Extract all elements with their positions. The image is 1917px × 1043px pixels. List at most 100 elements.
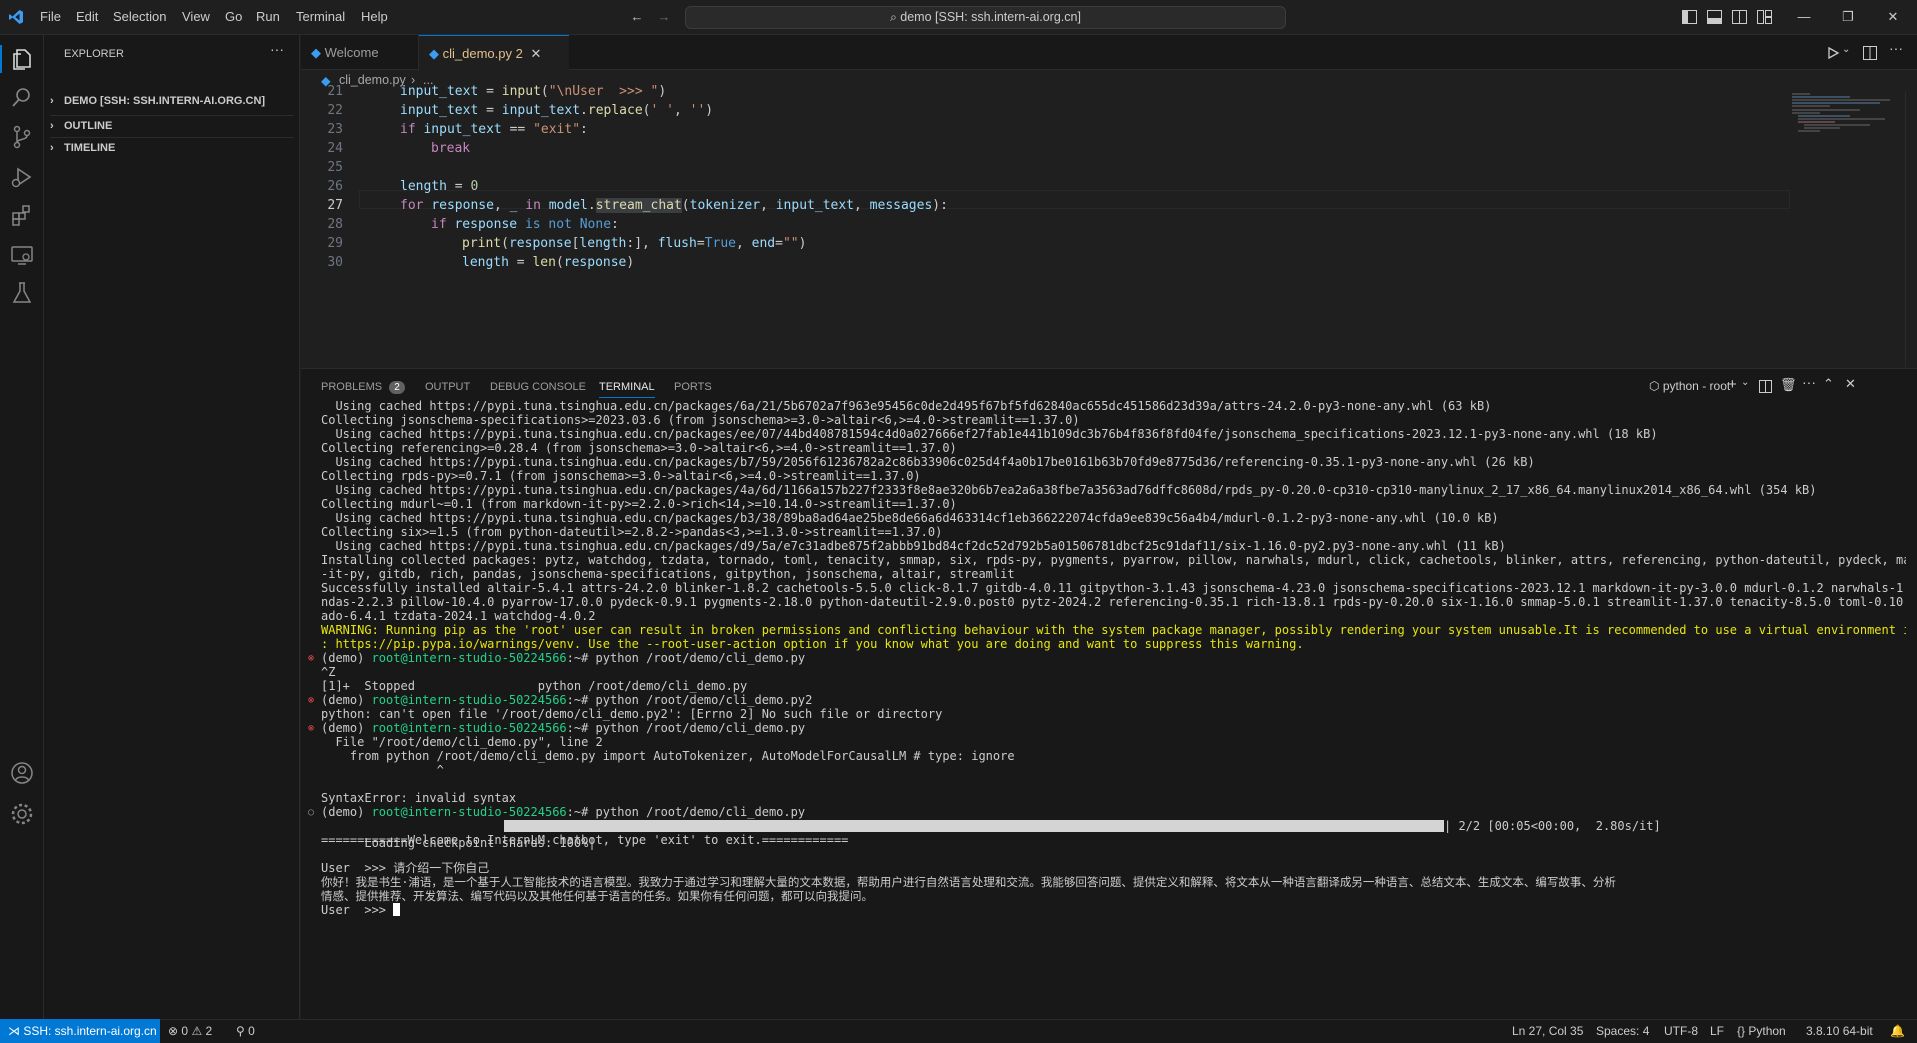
trash-icon[interactable]: 🗑: [1780, 377, 1797, 393]
accounts-icon[interactable]: [8, 759, 36, 787]
line-number: 30: [327, 255, 343, 270]
terminal-cursor: [393, 903, 401, 916]
section-label: OUTLINE: [64, 120, 113, 132]
more-actions-icon[interactable]: ···: [1889, 40, 1903, 56]
menu-selection[interactable]: Selection: [113, 9, 166, 24]
line-number: 29: [327, 236, 343, 251]
code-line: 28 if response is not None:: [301, 215, 1791, 234]
menu-go[interactable]: Go: [225, 9, 242, 24]
run-debug-icon[interactable]: [8, 163, 36, 191]
cursor-position[interactable]: Ln 27, Col 35: [1512, 1024, 1583, 1038]
section-timeline[interactable]: › TIMELINE: [50, 137, 294, 154]
remote-explorer-icon[interactable]: [8, 241, 36, 269]
explorer-icon[interactable]: [8, 45, 36, 73]
editor-tab-bar: ◆ Welcome ◆ cli_demo.py 2 ✕ ⌄ ···: [301, 35, 1917, 71]
section-label: TIMELINE: [64, 142, 116, 154]
back-arrow-icon[interactable]: ←: [629, 9, 645, 25]
menu-view[interactable]: View: [182, 9, 210, 24]
maximize-panel-icon[interactable]: ⌃: [1823, 376, 1834, 392]
problem-count-badge: 2: [515, 46, 523, 61]
ports-count: 0: [248, 1024, 255, 1038]
ports-status[interactable]: ⚲ 0: [236, 1024, 255, 1038]
chevron-right-icon: ›: [50, 142, 54, 154]
terminal-command: (demo) root@intern-studio-50224566:~# py…: [321, 651, 806, 665]
remote-icon: ⋊: [8, 1024, 20, 1038]
tab-cli-demo[interactable]: ◆ cli_demo.py 2 ✕: [419, 35, 569, 71]
terminal-scrollbar[interactable]: [1906, 409, 1917, 1009]
progress-bar-fill: [504, 820, 1444, 832]
more-actions-icon[interactable]: ···: [270, 41, 284, 57]
editor-scrollbar[interactable]: [1905, 92, 1917, 367]
interpreter-status[interactable]: 3.8.10 64-bit: [1806, 1024, 1873, 1038]
chevron-down-icon[interactable]: ⌄: [1741, 377, 1749, 388]
minimize-icon[interactable]: —: [1796, 9, 1812, 25]
close-icon[interactable]: ✕: [530, 46, 541, 61]
line-number: 26: [327, 179, 343, 194]
customize-layout-icon[interactable]: [1757, 10, 1772, 24]
search-icon[interactable]: [8, 83, 36, 111]
code-line: 22 input_text = input_text.replace(' ', '…: [301, 101, 1791, 120]
restore-icon[interactable]: ❐: [1840, 9, 1856, 25]
code-line: 23 if input_text == "exit":: [301, 120, 1791, 139]
new-terminal-icon[interactable]: +: [1728, 376, 1737, 393]
source-control-icon[interactable]: [8, 123, 36, 151]
gear-icon[interactable]: [8, 800, 36, 828]
menu-run[interactable]: Run: [256, 9, 280, 24]
menu-terminal[interactable]: Terminal: [296, 9, 345, 24]
toggle-secondary-sidebar-icon[interactable]: [1732, 10, 1747, 24]
remote-indicator[interactable]: ⋊ SSH: ssh.intern-ai.org.cn: [0, 1019, 160, 1043]
testing-icon[interactable]: [8, 279, 36, 307]
terminal-selector[interactable]: ⬡ python - root: [1649, 379, 1730, 393]
split-editor-icon[interactable]: [1863, 46, 1877, 60]
split-terminal-icon[interactable]: [1759, 380, 1772, 393]
code-line: 27 for response, _ in model.stream_chat(t…: [301, 196, 1791, 215]
language-mode[interactable]: {} Python: [1737, 1024, 1786, 1038]
tab-debug-console[interactable]: DEBUG CONSOLE: [490, 381, 586, 393]
progress-stats: | 2/2 [00:05<00:00, 2.80s/it]: [1444, 819, 1661, 833]
menu-edit[interactable]: Edit: [76, 9, 98, 24]
more-actions-icon[interactable]: ···: [1802, 374, 1816, 390]
indentation-status[interactable]: Spaces: 4: [1596, 1024, 1649, 1038]
code-line: 30 length = len(response): [301, 253, 1791, 272]
tab-label: PROBLEMS: [321, 381, 383, 393]
remote-label: SSH: ssh.intern-ai.org.cn: [23, 1024, 157, 1038]
problems-status[interactable]: ⊗ 0 ⚠ 2: [168, 1024, 212, 1038]
code-line: 21 input_text = input("\nUser >>> "): [301, 82, 1791, 101]
tab-output[interactable]: OUTPUT: [425, 381, 470, 393]
extensions-icon[interactable]: [8, 201, 36, 229]
terminal-response-line: 情感、提供推荐、开发算法、编写代码以及其他任何基于语言的任务。如果你有任何问题，…: [321, 889, 873, 903]
forward-arrow-icon[interactable]: →: [656, 9, 672, 25]
notifications-icon[interactable]: 🔔: [1890, 1024, 1905, 1038]
code-line: 25: [301, 158, 1791, 177]
tab-ports[interactable]: PORTS: [674, 381, 712, 393]
line-number: 21: [327, 84, 343, 99]
line-number: 23: [327, 122, 343, 137]
tab-problems[interactable]: PROBLEMS 2: [321, 381, 405, 394]
run-file-icon[interactable]: [1826, 46, 1840, 60]
menu-file[interactable]: File: [40, 9, 61, 24]
code-editor[interactable]: 21 input_text = input("\nUser >>> ") 22 in…: [301, 84, 1791, 367]
section-outline[interactable]: › OUTLINE: [50, 115, 294, 132]
command-center[interactable]: ⌕ demo [SSH: ssh.intern-ai.org.cn]: [685, 6, 1286, 29]
tab-terminal[interactable]: TERMINAL: [599, 381, 655, 398]
code-line: 29 print(response[length:], flush=True, e…: [301, 234, 1791, 253]
error-count: 0: [181, 1024, 189, 1038]
tab-welcome[interactable]: ◆ Welcome: [301, 35, 419, 70]
command-center-label: demo [SSH: ssh.intern-ai.org.cn]: [900, 10, 1081, 24]
menu-help[interactable]: Help: [361, 9, 388, 24]
encoding-status[interactable]: UTF-8: [1664, 1024, 1698, 1038]
chevron-down-icon[interactable]: ⌄: [1842, 44, 1850, 55]
toggle-panel-icon[interactable]: [1707, 10, 1722, 24]
toggle-primary-sidebar-icon[interactable]: [1682, 10, 1697, 24]
chevron-right-icon: ›: [50, 95, 54, 107]
antenna-icon: ⚲: [236, 1024, 245, 1038]
python-icon: ⬡: [1649, 379, 1660, 393]
code-line: 26 length = 0: [301, 177, 1791, 196]
eol-status[interactable]: LF: [1710, 1024, 1724, 1038]
explorer-sidebar: EXPLORER ··· › DEMO [SSH: SSH.INTERN-AI.O…: [44, 35, 300, 1019]
section-demo[interactable]: › DEMO [SSH: SSH.INTERN-AI.ORG.CN]: [50, 95, 265, 107]
close-panel-icon[interactable]: ✕: [1845, 376, 1856, 392]
minimap[interactable]: [1790, 92, 1902, 152]
active-indicator: [0, 45, 2, 73]
close-window-icon[interactable]: ✕: [1885, 9, 1901, 25]
